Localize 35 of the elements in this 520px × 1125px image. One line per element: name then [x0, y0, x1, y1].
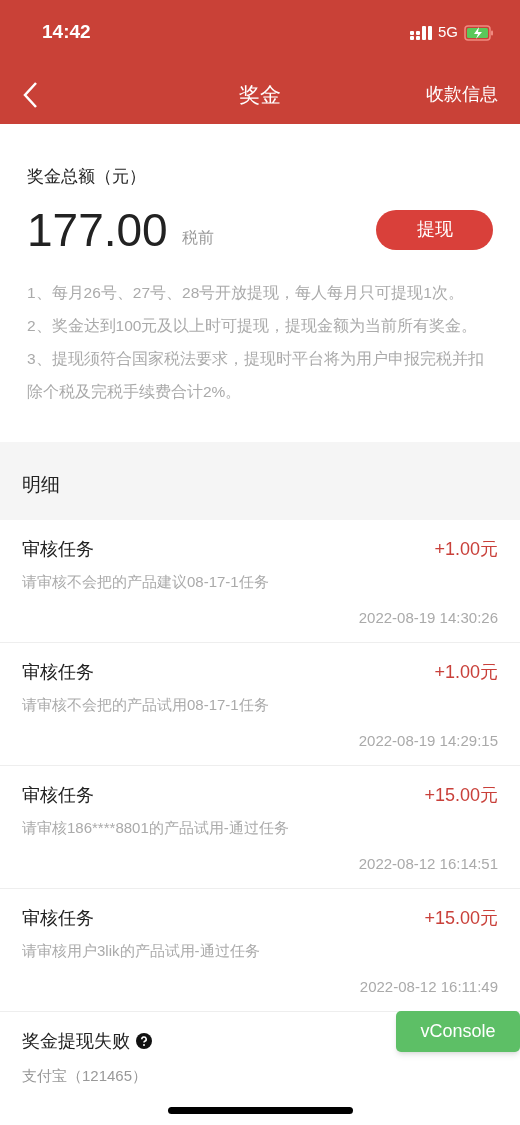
item-amount: +15.00元	[424, 783, 498, 807]
item-title: 审核任务	[22, 537, 94, 561]
network-label: 5G	[438, 22, 458, 43]
item-amount: +1.00元	[434, 537, 498, 561]
withdraw-button[interactable]: 提现	[376, 209, 493, 250]
total-label: 奖金总额（元）	[27, 166, 147, 188]
item-description: 请审核用户3lik的产品试用-通过任务	[22, 940, 261, 961]
item-description: 请审核186****8801的产品试用-通过任务	[22, 817, 290, 838]
rule-text: 1、每月26号、27号、28号开放提现，每人每月只可提现1次。	[27, 282, 465, 303]
back-icon[interactable]	[22, 80, 38, 109]
item-title: 审核任务	[22, 660, 94, 684]
item-amount: +15.00元	[424, 906, 498, 930]
item-time: 2022-08-19 14:30:26	[358, 608, 498, 628]
total-amount: 177.00	[27, 202, 168, 258]
vconsole-button[interactable]: vConsole	[396, 1011, 520, 1052]
item-time: 2022-08-19 14:29:15	[358, 731, 498, 751]
item-description: 请审核不会把的产品试用08-17-1任务	[22, 694, 270, 715]
signal-icon	[410, 25, 432, 40]
item-description: 请审核不会把的产品建议08-17-1任务	[22, 571, 270, 592]
rule-text: 2、奖金达到100元及以上时可提现，提现金额为当前所有奖金。	[27, 315, 479, 336]
help-icon[interactable]	[136, 1033, 152, 1049]
item-title: 奖金提现失败	[22, 1029, 130, 1053]
pre-tax-label: 税前	[181, 227, 214, 248]
item-title: 审核任务	[22, 906, 94, 930]
item-time: 2022-08-12 16:11:49	[359, 977, 498, 997]
item-description: 支付宝（121465）	[22, 1065, 149, 1086]
payment-info-link[interactable]: 收款信息	[426, 81, 498, 108]
item-amount: +1.00元	[434, 660, 498, 684]
status-time: 14:42	[42, 20, 91, 45]
battery-charging-icon	[464, 24, 494, 41]
details-title: 明细	[22, 473, 60, 497]
item-time: 2022-08-12 16:14:51	[358, 854, 498, 874]
item-title: 审核任务	[22, 783, 94, 807]
rule-text: 3、提现须符合国家税法要求，提现时平台将为用户申报完税并扣除个税及完税手续费合计2%。	[27, 348, 485, 402]
page-title: 奖金	[239, 81, 281, 108]
